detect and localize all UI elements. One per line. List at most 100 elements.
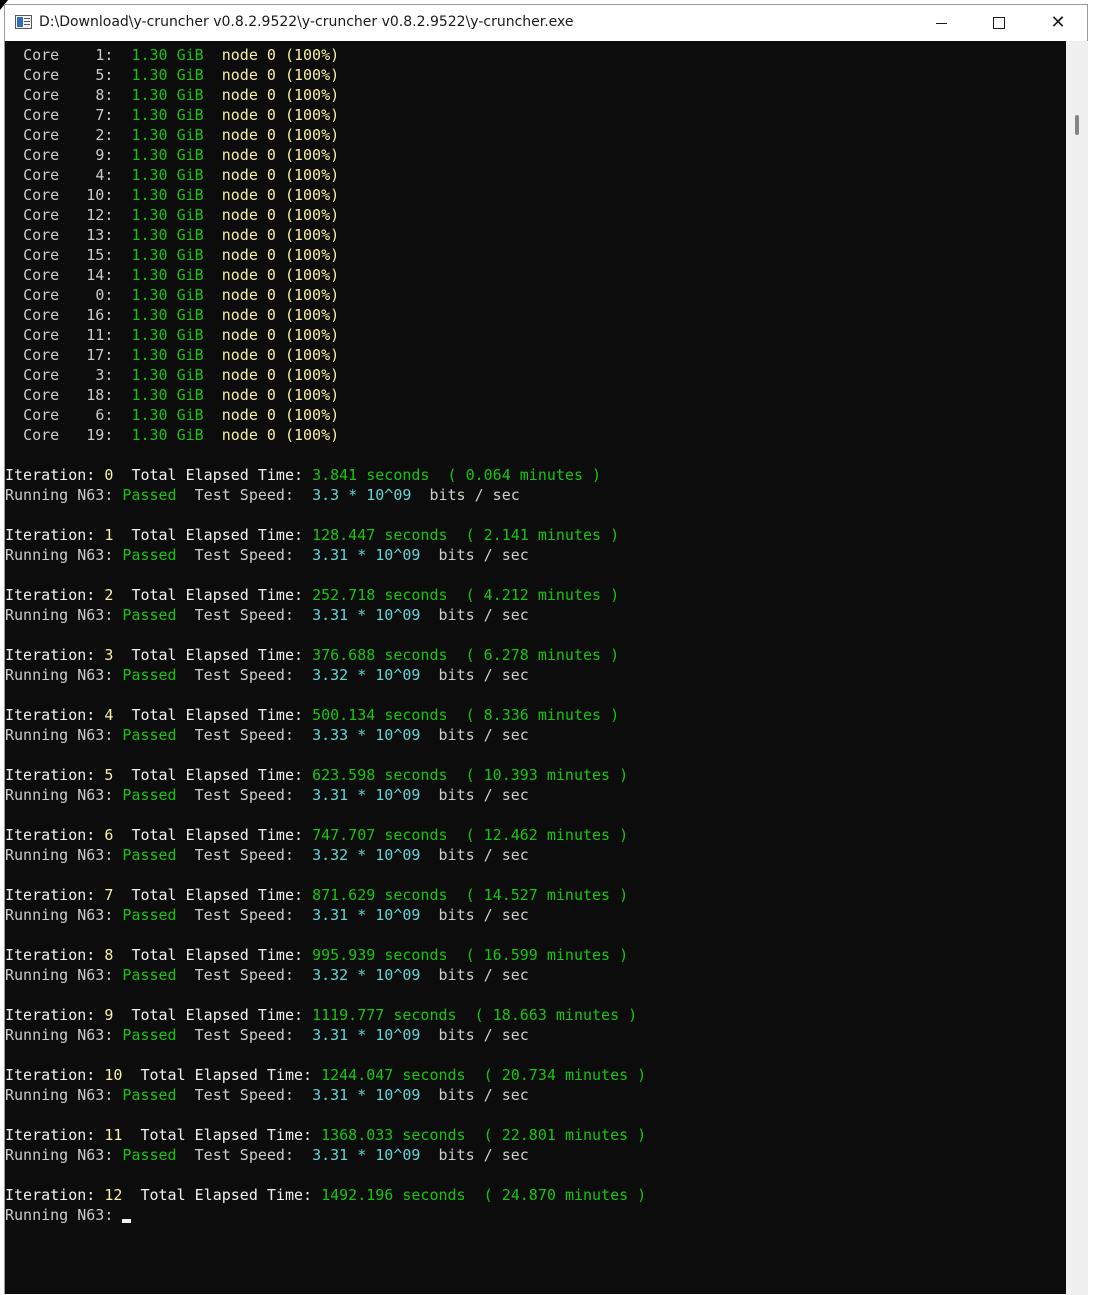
console-app-icon[interactable]: [15, 15, 32, 29]
iteration-line: Iteration: 12 Total Elapsed Time: 1492.1…: [5, 1185, 1066, 1205]
elapsed-minutes: 24.870: [501, 1186, 556, 1204]
test-result-line: Running N63: Passed Test Speed: 3.33 * 1…: [5, 725, 1066, 745]
test-status: Passed: [122, 846, 177, 864]
memory-allocation: 1.30 GiB: [131, 106, 204, 124]
node-label: node 0: [221, 146, 276, 164]
elapsed-seconds: 1368.033: [321, 1126, 394, 1144]
iteration-number: 3: [104, 646, 114, 664]
vertical-scrollbar[interactable]: [1066, 41, 1088, 1295]
title-bar[interactable]: D:\Download\y-cruncher v0.8.2.9522\y-cru…: [5, 5, 1087, 41]
speed-label: Test Speed:: [194, 726, 294, 744]
minutes-open-paren: (: [465, 646, 475, 664]
window-title: D:\Download\y-cruncher v0.8.2.9522\y-cru…: [39, 14, 574, 30]
core-number: 3: [95, 366, 105, 384]
test-speed-value: 3.33: [312, 726, 349, 744]
running-label: Running N63:: [5, 1206, 114, 1224]
core-label: Core: [23, 306, 60, 324]
maximize-button[interactable]: [970, 5, 1028, 41]
minutes-unit: minutes ): [546, 826, 629, 844]
memory-allocation: 1.30 GiB: [131, 206, 204, 224]
speed-exponent: * 10^09: [357, 966, 421, 984]
core-allocation-line: Core 17: 1.30 GiB node 0 (100%): [23, 346, 340, 364]
memory-allocation: 1.30 GiB: [131, 346, 204, 364]
iteration-label: Iteration:: [5, 886, 96, 904]
console-output[interactable]: Core 1: 1.30 GiB node 0 (100%) Core 5: 1…: [5, 41, 1066, 1295]
test-speed-value: 3.32: [312, 966, 349, 984]
minutes-open-paren: (: [474, 1006, 484, 1024]
minimize-button[interactable]: [912, 5, 970, 41]
node-percent: (100%): [284, 286, 340, 304]
elapsed-label: Total Elapsed Time:: [131, 586, 304, 604]
core-allocation-line: Core 12: 1.30 GiB node 0 (100%): [23, 206, 340, 224]
minutes-open-paren: (: [465, 826, 475, 844]
speed-unit: bits / sec: [438, 666, 529, 684]
node-percent: (100%): [284, 246, 340, 264]
elapsed-minutes: 10.393: [483, 766, 538, 784]
core-allocation-line: Core 1: 1.30 GiB node 0 (100%): [23, 46, 340, 64]
node-label: node 0: [221, 246, 276, 264]
seconds-unit: seconds: [384, 526, 448, 544]
core-allocation-line: Core 2: 1.30 GiB node 0 (100%): [23, 126, 340, 144]
core-allocation-line: Core 10: 1.30 GiB node 0 (100%): [23, 186, 340, 204]
running-label: Running N63:: [5, 906, 114, 924]
elapsed-seconds: 3.841: [312, 466, 358, 484]
seconds-unit: seconds: [384, 706, 448, 724]
close-button[interactable]: ✕: [1029, 5, 1087, 41]
core-allocation-line: Core 4: 1.30 GiB node 0 (100%): [23, 166, 340, 184]
iteration-label: Iteration:: [5, 1006, 96, 1024]
speed-unit: bits / sec: [438, 966, 529, 984]
core-allocation-line: Core 14: 1.30 GiB node 0 (100%): [23, 266, 340, 284]
node-label: node 0: [221, 406, 276, 424]
minutes-unit: minutes ): [546, 766, 629, 784]
iteration-label: Iteration:: [5, 946, 96, 964]
core-allocation-line: Core 15: 1.30 GiB node 0 (100%): [23, 246, 340, 264]
seconds-unit: seconds: [402, 1186, 466, 1204]
node-label: node 0: [221, 266, 276, 284]
scrollbar-thumb[interactable]: [1075, 115, 1079, 135]
test-speed-value: 3.32: [312, 846, 349, 864]
core-number: 8: [95, 86, 105, 104]
minutes-open-paren: (: [465, 946, 475, 964]
test-status: Passed: [122, 486, 177, 504]
test-speed-value: 3.3: [312, 486, 340, 504]
core-number: 11: [86, 326, 105, 344]
node-percent: (100%): [284, 166, 340, 184]
elapsed-label: Total Elapsed Time:: [131, 1006, 304, 1024]
core-number: 5: [95, 66, 105, 84]
iteration-label: Iteration:: [5, 586, 96, 604]
node-percent: (100%): [284, 186, 340, 204]
core-allocation-line: Core 0: 1.30 GiB node 0 (100%): [23, 286, 340, 304]
iteration-label: Iteration:: [5, 1186, 96, 1204]
memory-allocation: 1.30 GiB: [131, 226, 204, 244]
node-percent: (100%): [284, 206, 340, 224]
elapsed-minutes: 0.064: [465, 466, 511, 484]
iteration-label: Iteration:: [5, 706, 96, 724]
node-label: node 0: [221, 326, 276, 344]
memory-allocation: 1.30 GiB: [131, 186, 204, 204]
speed-exponent: * 10^09: [357, 846, 421, 864]
speed-exponent: * 10^09: [357, 726, 421, 744]
elapsed-label: Total Elapsed Time:: [131, 646, 304, 664]
memory-allocation: 1.30 GiB: [131, 146, 204, 164]
iteration-number: 11: [104, 1126, 123, 1144]
speed-label: Test Speed:: [194, 906, 294, 924]
elapsed-minutes: 16.599: [483, 946, 538, 964]
iteration-number: 8: [104, 946, 114, 964]
elapsed-seconds: 747.707: [312, 826, 376, 844]
node-percent: (100%): [284, 46, 340, 64]
minutes-unit: minutes ): [564, 1126, 647, 1144]
seconds-unit: seconds: [366, 466, 430, 484]
node-label: node 0: [221, 186, 276, 204]
iteration-number: 5: [104, 766, 114, 784]
iteration-label: Iteration:: [5, 466, 96, 484]
core-number: 1: [95, 46, 105, 64]
test-speed-value: 3.31: [312, 906, 349, 924]
core-label: Core: [23, 386, 60, 404]
test-result-line: Running N63: Passed Test Speed: 3.32 * 1…: [5, 845, 1066, 865]
node-percent: (100%): [284, 386, 340, 404]
elapsed-minutes: 8.336: [483, 706, 529, 724]
test-speed-value: 3.32: [312, 666, 349, 684]
